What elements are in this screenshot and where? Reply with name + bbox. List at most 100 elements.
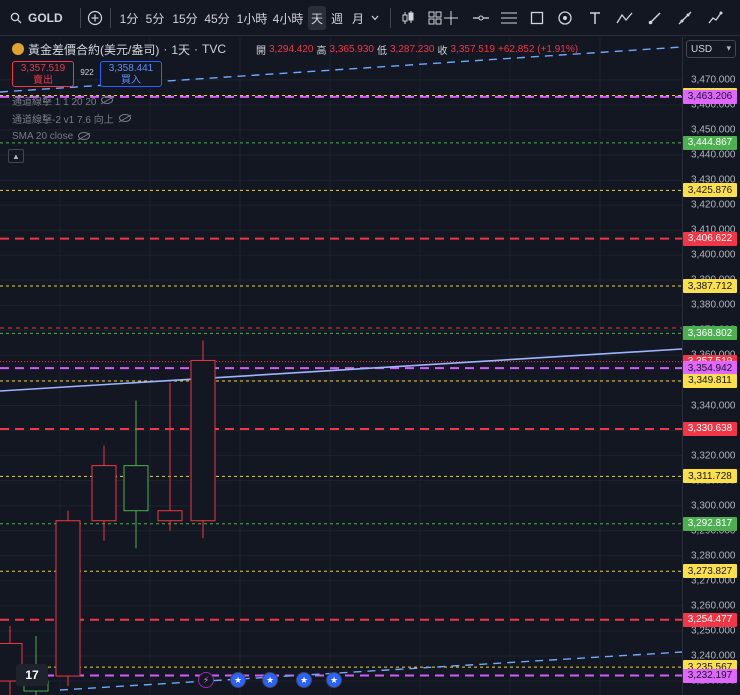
price-chart[interactable] — [0, 37, 682, 695]
flash-event-icon[interactable]: ⚡ — [198, 672, 214, 688]
axis-tick-label: 3,300.000 — [691, 500, 736, 512]
forecast-tool[interactable] — [704, 0, 726, 36]
chart-pane[interactable] — [0, 37, 682, 695]
spread-value: 922 — [80, 68, 94, 77]
us-flag-event-icon[interactable]: ★ — [326, 672, 342, 688]
candles-icon — [402, 11, 414, 24]
path-tool[interactable] — [614, 0, 636, 36]
candlesticks — [0, 340, 216, 695]
indicator-channel-1[interactable]: 通道線擊 1 1 20 20 — [12, 93, 114, 108]
indicator-sma[interactable]: SMA 20 close — [12, 129, 91, 143]
fib-lines-icon — [501, 12, 517, 24]
interval-4h[interactable]: 4小時 — [271, 0, 305, 36]
axis-tick-label: 3,420.000 — [691, 199, 736, 211]
brush-tool[interactable] — [644, 0, 666, 36]
axis-tick-label: 3,340.000 — [691, 400, 736, 412]
collapse-legend-button[interactable]: ▲ — [8, 149, 24, 163]
horizontal-line-icon — [473, 15, 489, 21]
top-toolbar: GOLD 1分 5分 15分 45分 1小時 4小時 天 週 月 — [0, 0, 740, 36]
sell-button[interactable]: 3,357.519 賣出 — [12, 61, 74, 87]
fib-tool[interactable] — [498, 0, 520, 36]
price-level-label[interactable]: 3,311.728 — [683, 469, 737, 484]
instrument-title: 黃金差價合約(美元/盎司) — [28, 42, 160, 57]
price-level-label[interactable]: 3,292.817 — [683, 516, 737, 531]
indicator-label: SMA 20 close — [12, 130, 74, 142]
price-level-label[interactable]: 3,349.811 — [683, 373, 737, 388]
us-flag-event-icon[interactable]: ★ — [230, 672, 246, 688]
interval-15m[interactable]: 15分 — [170, 0, 200, 36]
trend-tool[interactable] — [674, 0, 696, 36]
interval-dropdown[interactable] — [368, 0, 382, 36]
legend-header[interactable]: 黃金差價合約(美元/盎司) · 1天 · TVC — [12, 42, 226, 57]
gold-coin-icon — [12, 43, 24, 55]
us-flag-event-icon[interactable]: ★ — [296, 672, 312, 688]
eye-slash-icon[interactable] — [78, 132, 91, 140]
cursor-tool[interactable] — [440, 0, 462, 36]
axis-tick-label: 3,280.000 — [691, 550, 736, 562]
currency-select[interactable]: USD ▾ — [686, 40, 736, 58]
buy-button[interactable]: 3,358.441 買入 — [100, 61, 162, 87]
price-level-label[interactable]: 3,232.197 — [683, 668, 737, 683]
search-icon — [10, 12, 22, 24]
separator: · — [163, 42, 168, 56]
separator: · — [194, 42, 199, 56]
us-flag-event-icon[interactable]: ★ — [262, 672, 278, 688]
axis-tick-label: 3,380.000 — [691, 299, 736, 311]
add-symbol-button[interactable] — [84, 0, 106, 36]
circle-tool[interactable] — [554, 0, 576, 36]
brush-icon — [648, 12, 661, 25]
trend-lines — [0, 46, 682, 691]
text-icon — [590, 12, 600, 24]
zigzag-icon — [616, 12, 633, 24]
price-level-lines — [0, 94, 682, 677]
indicator-channel-2[interactable]: 通道線擊-2 v1 7.6 向上 — [12, 111, 131, 126]
price-level-label[interactable]: 3,273.827 — [683, 564, 737, 579]
change-value: +62.852 (+1.91%) — [498, 43, 579, 55]
high-label: 高 — [316, 45, 327, 57]
plus-circle-icon — [87, 10, 103, 26]
candle-body — [123, 465, 149, 512]
toolbar-divider — [80, 8, 81, 28]
interval-1m[interactable]: 1分 — [117, 0, 141, 36]
chart-type-button[interactable] — [397, 0, 419, 36]
symbol-search[interactable]: GOLD — [0, 0, 80, 36]
buy-price: 3,358.441 — [108, 63, 154, 74]
axis-tick-label: 3,250.000 — [691, 625, 736, 637]
interval-1w[interactable]: 週 — [328, 0, 346, 36]
price-level-label[interactable]: 3,254.477 — [683, 612, 737, 627]
text-tool[interactable] — [584, 0, 606, 36]
axis-tick-label: 3,260.000 — [691, 600, 736, 612]
axis-tick-label: 3,320.000 — [691, 450, 736, 462]
interval-5m[interactable]: 5分 — [143, 0, 167, 36]
price-level-label[interactable]: 3,387.712 — [683, 279, 737, 294]
channel-line-lower — [59, 651, 682, 691]
candle-body — [157, 510, 183, 522]
price-level-label[interactable]: 3,444.867 — [683, 135, 737, 150]
sell-price: 3,357.519 — [20, 63, 66, 74]
chevron-up-icon: ▲ — [12, 151, 20, 161]
tradingview-logo[interactable]: 17 — [16, 664, 48, 686]
eye-slash-icon[interactable] — [101, 96, 114, 104]
eye-slash-icon[interactable] — [118, 114, 131, 122]
axis-tick-label: 3,400.000 — [691, 249, 736, 261]
interval-1d[interactable]: 天 — [308, 6, 326, 30]
interval-45m[interactable]: 45分 — [202, 0, 232, 36]
price-level-label[interactable]: 3,425.876 — [683, 183, 737, 198]
drawing-toolbar — [440, 0, 740, 36]
axis-tick-label: 3,440.000 — [691, 149, 736, 161]
candle-body — [190, 359, 216, 522]
toolbar-divider — [110, 8, 111, 28]
timeframe-label: 1天 — [171, 42, 191, 57]
interval-1h[interactable]: 1小時 — [234, 0, 270, 36]
chart-grid — [0, 37, 682, 695]
close-value: 3,357.519 — [450, 43, 496, 55]
hline-tool[interactable] — [470, 0, 492, 36]
price-level-label[interactable]: 3,368.802 — [683, 326, 737, 341]
ohlc-values: 開 3,294.420 高 3,365.930 低 3,287.230 收 3,… — [256, 42, 579, 57]
price-level-label[interactable]: 3,463.206 — [683, 89, 737, 104]
rectangle-tool[interactable] — [526, 0, 548, 36]
interval-1mo[interactable]: 月 — [349, 0, 367, 36]
axis-tick-label: 3,450.000 — [691, 124, 736, 136]
price-level-label[interactable]: 3,406.622 — [683, 231, 737, 246]
price-level-label[interactable]: 3,330.638 — [683, 421, 737, 436]
